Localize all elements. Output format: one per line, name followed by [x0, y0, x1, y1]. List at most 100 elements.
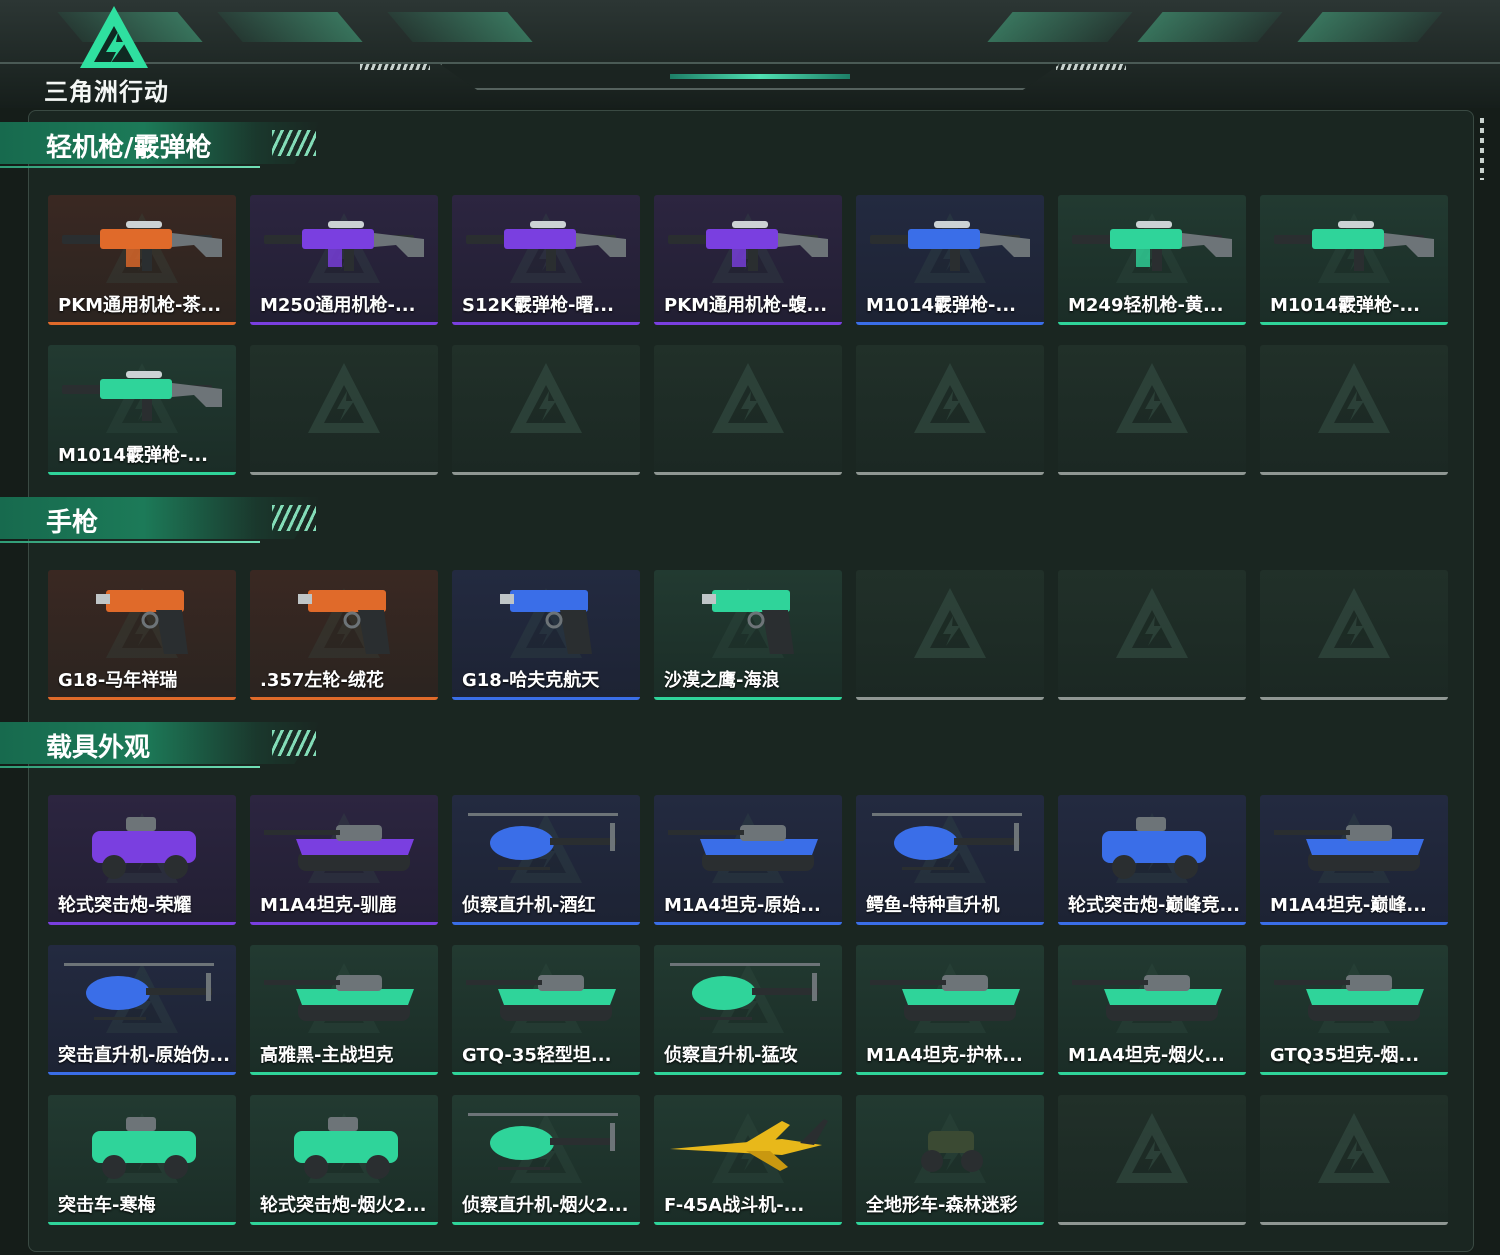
item-card[interactable]: 轮式突击炮-荣耀: [48, 795, 236, 925]
section-header-pistols: 手枪: [0, 497, 330, 549]
watermark-logo-icon: [914, 363, 986, 433]
item-label: F-45A战斗机-...: [664, 1195, 805, 1216]
item-label: M1A4坦克-驯鹿: [260, 895, 397, 916]
watermark-logo-icon: [1318, 363, 1390, 433]
section-header-lmg: 轻机枪/霰弹枪: [0, 122, 330, 174]
section-title: 手枪: [46, 508, 99, 538]
item-label: M1A4坦克-巅峰...: [1270, 895, 1427, 916]
item-card[interactable]: PKM通用机枪-茶...: [48, 195, 236, 325]
section-title: 轻机枪/霰弹枪: [46, 133, 212, 163]
item-card[interactable]: F-45A战斗机-...: [654, 1095, 842, 1225]
banner-stripe: [987, 12, 1133, 42]
banner-hatch: [360, 64, 430, 70]
item-card[interactable]: S12K霰弹枪-曙...: [452, 195, 640, 325]
armored-car-icon: [92, 1117, 196, 1179]
section-title: 载具外观: [46, 733, 151, 763]
logo-text: 三角洲行动: [44, 78, 169, 106]
top-banner: [0, 0, 1500, 108]
item-label: 突击车-寒梅: [58, 1195, 156, 1216]
machine-gun-icon: [668, 221, 828, 271]
item-card[interactable]: 鳄鱼-特种直升机: [856, 795, 1044, 925]
item-card[interactable]: 轮式突击炮-烟火2...: [250, 1095, 438, 1225]
empty-slot: [1260, 345, 1448, 475]
item-label: 轮式突击炮-烟火2...: [260, 1195, 427, 1216]
item-card[interactable]: 全地形车-森林迷彩: [856, 1095, 1044, 1225]
item-label: 沙漠之鹰-海浪: [664, 670, 780, 691]
banner-stripe: [217, 12, 363, 42]
armored-car-icon: [92, 817, 196, 879]
shotgun-icon: [870, 221, 1030, 271]
armored-car-icon: [294, 1117, 398, 1179]
item-card[interactable]: M249轻机枪-黄...: [1058, 195, 1246, 325]
item-card[interactable]: M1014霰弹枪-...: [48, 345, 236, 475]
tank-icon: [870, 975, 1020, 1021]
atv-icon: [921, 1131, 983, 1172]
item-card[interactable]: PKM通用机枪-蝮...: [654, 195, 842, 325]
item-label: GTQ-35轻型坦...: [462, 1045, 612, 1066]
tank-icon: [264, 975, 414, 1021]
item-card[interactable]: 轮式突击炮-巅峰竞...: [1058, 795, 1246, 925]
tank-icon: [1072, 975, 1222, 1021]
watermark-logo-icon: [308, 363, 380, 433]
scrollbar[interactable]: [1480, 118, 1484, 180]
item-label: 侦察直升机-猛攻: [664, 1045, 798, 1066]
tank-icon: [1274, 825, 1424, 871]
shotgun-icon: [466, 221, 626, 271]
item-card[interactable]: 高雅黑-主战坦克: [250, 945, 438, 1075]
helicopter-icon: [468, 1113, 618, 1170]
item-label: GTQ35坦克-烟...: [1270, 1045, 1420, 1066]
item-card[interactable]: M1A4坦克-驯鹿: [250, 795, 438, 925]
pistol-icon: [702, 590, 794, 654]
item-card[interactable]: GTQ-35轻型坦...: [452, 945, 640, 1075]
empty-slot: [250, 345, 438, 475]
jet-icon: [670, 1119, 828, 1171]
banner-line: [0, 62, 1500, 64]
item-label: M250通用机枪-...: [260, 295, 416, 316]
watermark-logo-icon: [510, 363, 582, 433]
item-card[interactable]: M1A4坦克-烟火...: [1058, 945, 1246, 1075]
empty-slot: [856, 345, 1044, 475]
helicopter-icon: [872, 813, 1022, 870]
item-card[interactable]: M250通用机枪-...: [250, 195, 438, 325]
machine-gun-icon: [62, 221, 222, 271]
item-card[interactable]: G18-马年祥瑞: [48, 570, 236, 700]
watermark-logo-icon: [1116, 363, 1188, 433]
item-card[interactable]: M1A4坦克-护林...: [856, 945, 1044, 1075]
item-label: 高雅黑-主战坦克: [260, 1045, 394, 1066]
item-card[interactable]: M1014霰弹枪-...: [856, 195, 1044, 325]
machine-gun-icon: [1072, 221, 1232, 271]
item-card[interactable]: 沙漠之鹰-海浪: [654, 570, 842, 700]
empty-slot: [452, 345, 640, 475]
item-card[interactable]: 侦察直升机-猛攻: [654, 945, 842, 1075]
item-label: S12K霰弹枪-曙...: [462, 295, 614, 316]
watermark-logo-icon: [1116, 588, 1188, 658]
item-card[interactable]: 侦察直升机-烟火2...: [452, 1095, 640, 1225]
item-card[interactable]: 突击车-寒梅: [48, 1095, 236, 1225]
helicopter-icon: [670, 963, 820, 1020]
item-label: G18-哈夫克航天: [462, 670, 600, 691]
banner-hatch: [1056, 64, 1126, 70]
helicopter-icon: [64, 963, 214, 1020]
item-label: 侦察直升机-烟火2...: [462, 1195, 629, 1216]
item-card[interactable]: 突击直升机-原始伪...: [48, 945, 236, 1075]
banner-stripe: [387, 12, 533, 42]
revolver-icon: [298, 590, 390, 654]
item-card[interactable]: M1014霰弹枪-...: [1260, 195, 1448, 325]
empty-slot: [1058, 570, 1246, 700]
item-label: 全地形车-森林迷彩: [866, 1195, 1018, 1216]
item-card[interactable]: 侦察直升机-酒红: [452, 795, 640, 925]
item-card[interactable]: M1A4坦克-巅峰...: [1260, 795, 1448, 925]
armored-car-icon: [1102, 817, 1206, 879]
item-card[interactable]: GTQ35坦克-烟...: [1260, 945, 1448, 1075]
tank-icon: [264, 825, 414, 871]
banner-stripe: [1297, 12, 1443, 42]
banner-center-glow: [670, 74, 850, 79]
item-card[interactable]: M1A4坦克-原始...: [654, 795, 842, 925]
pistol-icon: [96, 590, 188, 654]
empty-slot: [1260, 1095, 1448, 1225]
watermark-logo-icon: [712, 363, 784, 433]
empty-slot: [1260, 570, 1448, 700]
item-card[interactable]: .357左轮-绒花: [250, 570, 438, 700]
item-card[interactable]: G18-哈夫克航天: [452, 570, 640, 700]
item-label: 轮式突击炮-巅峰竞...: [1068, 895, 1240, 916]
